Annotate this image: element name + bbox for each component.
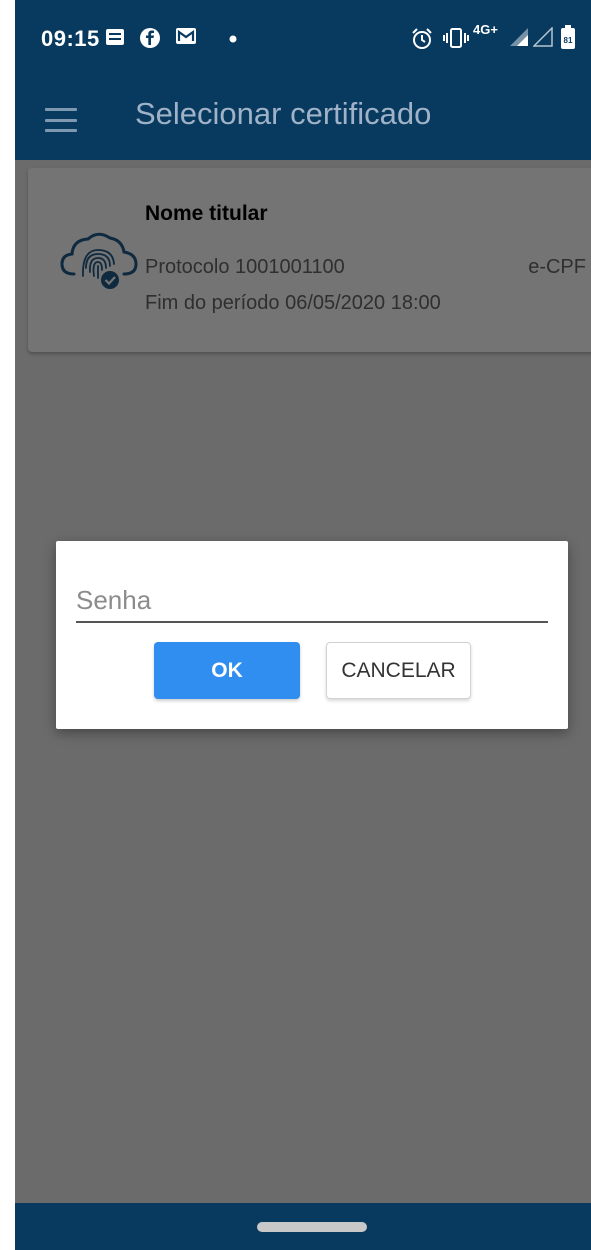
battery-icon: 81 (561, 25, 575, 49)
battery-level: 81 (564, 36, 573, 45)
app-bar: Selecionar certificado (15, 80, 591, 160)
certificate-card[interactable]: Nome titular Protocolo 1001001100 e-CPF … (28, 168, 591, 352)
status-bar: 09:15 4G+ 81 (15, 0, 591, 80)
signal-icon (509, 27, 529, 47)
vibrate-icon (443, 27, 469, 49)
dot-icon (229, 35, 237, 43)
home-gesture-bar[interactable] (257, 1222, 367, 1232)
certificate-protocol: Protocolo 1001001100 (145, 256, 345, 278)
page-title: Selecionar certificado (135, 96, 432, 131)
notes-icon (105, 27, 125, 47)
cloud-fingerprint-icon (58, 228, 138, 294)
phone-screen: 09:15 4G+ 81 Selecionar certificado Nome… (15, 0, 591, 1250)
certificate-type: e-CPF (528, 256, 586, 278)
cancel-button[interactable]: CANCELAR (326, 642, 471, 699)
alarm-icon (410, 27, 434, 51)
network-type: 4G+ (473, 22, 498, 37)
hamburger-icon[interactable] (41, 104, 81, 136)
ok-button[interactable]: OK (154, 642, 300, 699)
navigation-bar (15, 1203, 591, 1250)
password-input[interactable] (76, 579, 548, 623)
status-time: 09:15 (41, 26, 100, 51)
certificate-holder-name: Nome titular (145, 202, 268, 225)
gmail-icon (175, 27, 197, 45)
password-dialog: OK CANCELAR (56, 541, 568, 729)
facebook-icon (139, 27, 161, 49)
signal-empty-icon (533, 27, 553, 47)
certificate-end-date: Fim do período 06/05/2020 18:00 (145, 292, 441, 314)
